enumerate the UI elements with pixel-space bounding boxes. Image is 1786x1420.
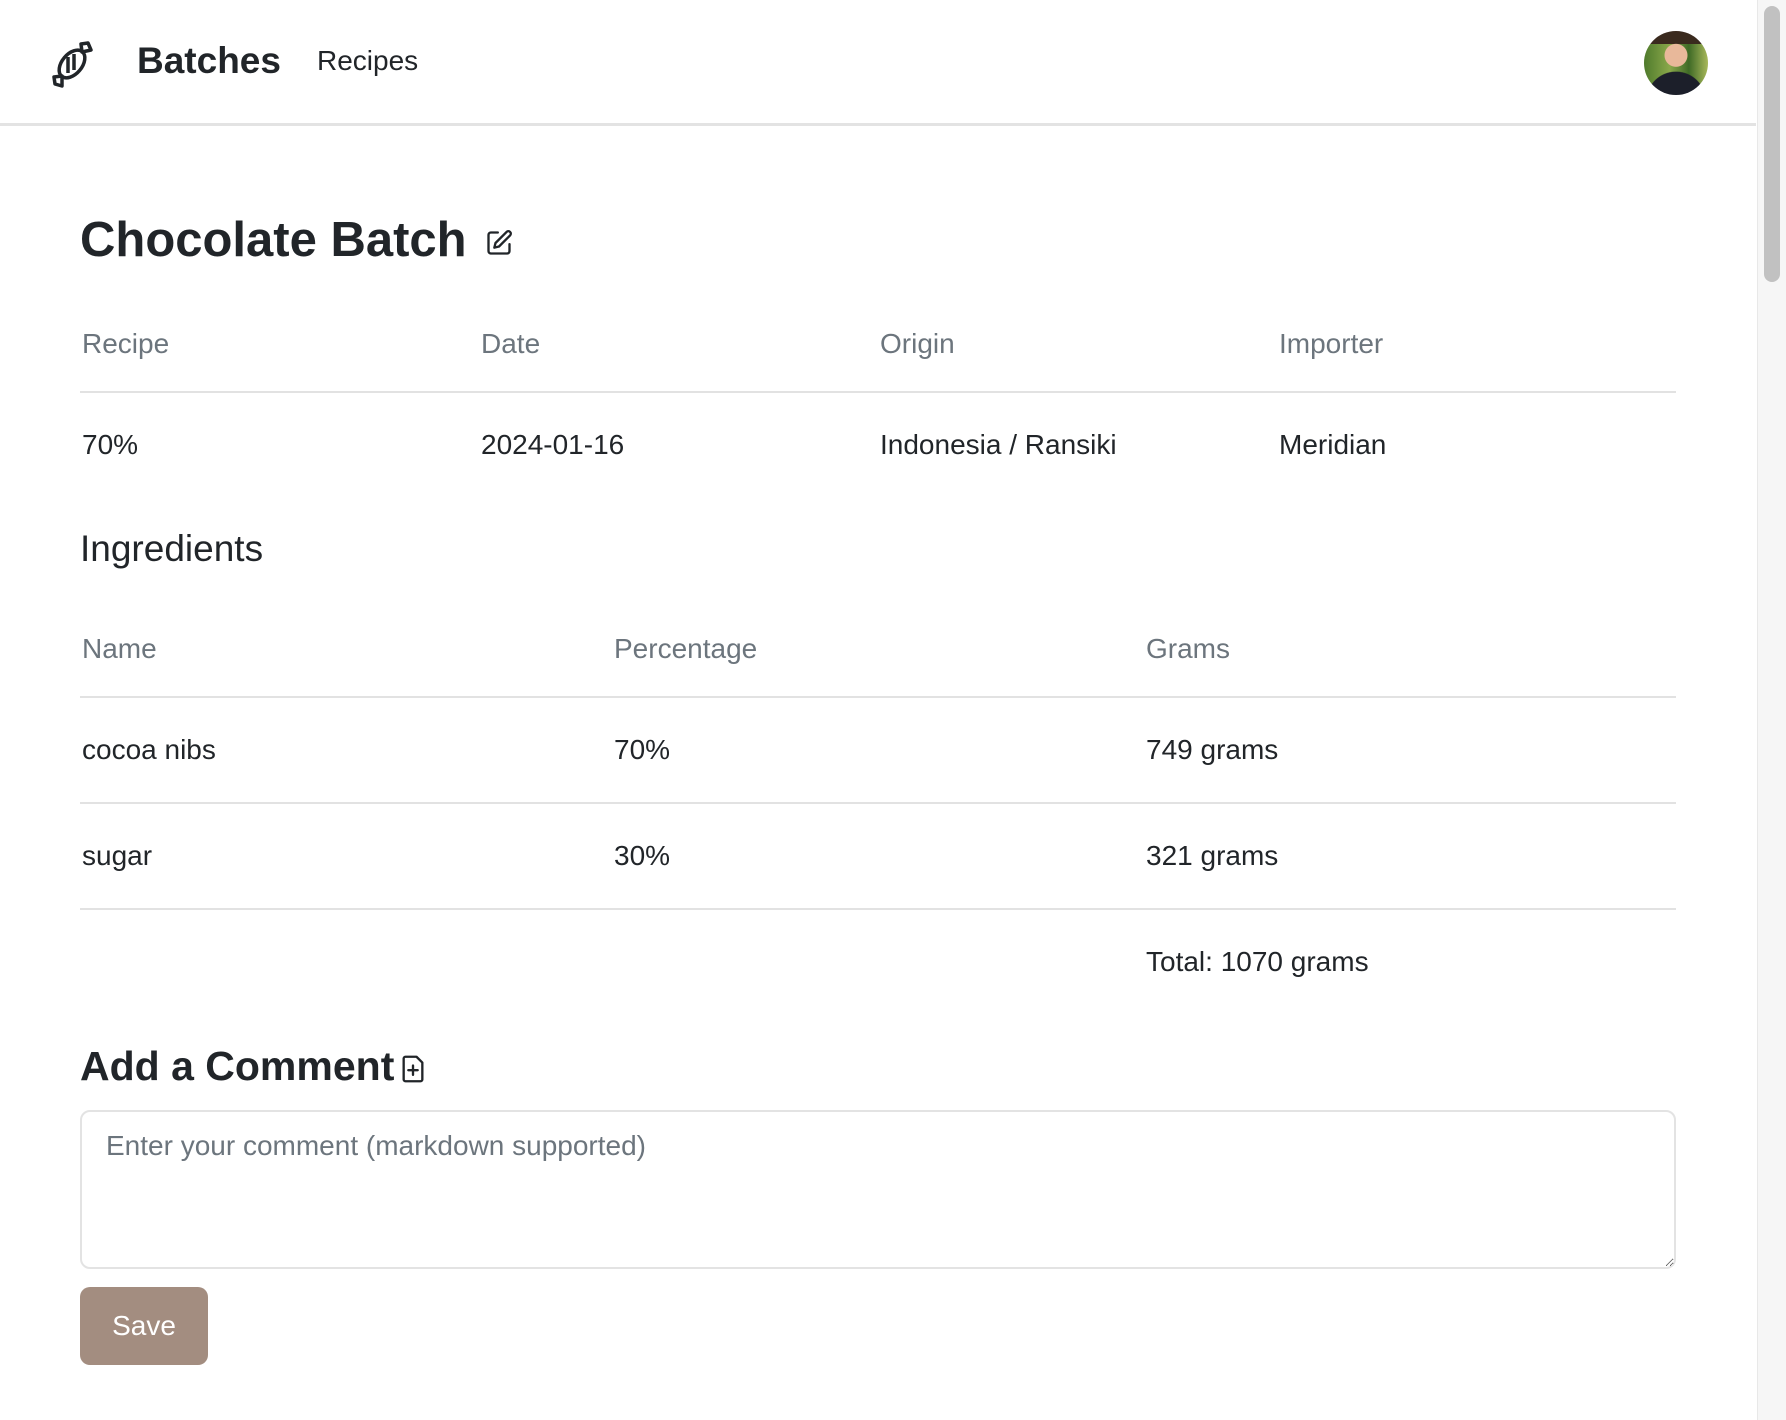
edit-icon[interactable]: [485, 229, 513, 257]
importer-value: Meridian: [1279, 429, 1387, 460]
nav-recipes-link[interactable]: Recipes: [317, 45, 418, 77]
candy-logo-icon[interactable]: [48, 40, 96, 88]
ingredient-name: cocoa nibs: [82, 734, 216, 765]
header-percentage: Percentage: [614, 633, 758, 664]
top-nav: Batches Recipes: [0, 0, 1756, 126]
scrollbar-thumb[interactable]: [1764, 6, 1780, 282]
header-name: Name: [82, 633, 157, 664]
header-recipe: Recipe: [82, 328, 170, 359]
nav-batches-link[interactable]: Batches: [137, 40, 281, 82]
date-value: 2024-01-16: [481, 429, 625, 460]
ingredient-grams: 749 grams: [1146, 734, 1279, 765]
header-grams: Grams: [1146, 633, 1230, 664]
ingredient-percentage: 30%: [614, 840, 671, 871]
add-comment-heading: Add a Comment: [80, 1043, 395, 1089]
total-grams: Total: 1070 grams: [1146, 946, 1369, 977]
ingredient-percentage: 70%: [614, 734, 671, 765]
page-title: Chocolate Batch: [80, 213, 467, 267]
divider: [80, 802, 1676, 804]
ingredients-heading: Ingredients: [80, 528, 264, 569]
divider: [80, 391, 1676, 393]
recipe-value: 70%: [82, 429, 139, 460]
origin-value: Indonesia / Ransiki: [880, 429, 1117, 460]
divider: [80, 908, 1676, 910]
header-importer: Importer: [1279, 328, 1384, 359]
ingredient-grams: 321 grams: [1146, 840, 1279, 871]
ingredient-name: sugar: [82, 840, 153, 871]
divider: [80, 696, 1676, 698]
user-avatar[interactable]: [1644, 31, 1708, 95]
header-date: Date: [481, 328, 541, 359]
save-button[interactable]: Save: [80, 1287, 208, 1365]
header-origin: Origin: [880, 328, 955, 359]
comment-textarea[interactable]: [80, 1110, 1676, 1269]
file-plus-icon[interactable]: [400, 1055, 426, 1083]
